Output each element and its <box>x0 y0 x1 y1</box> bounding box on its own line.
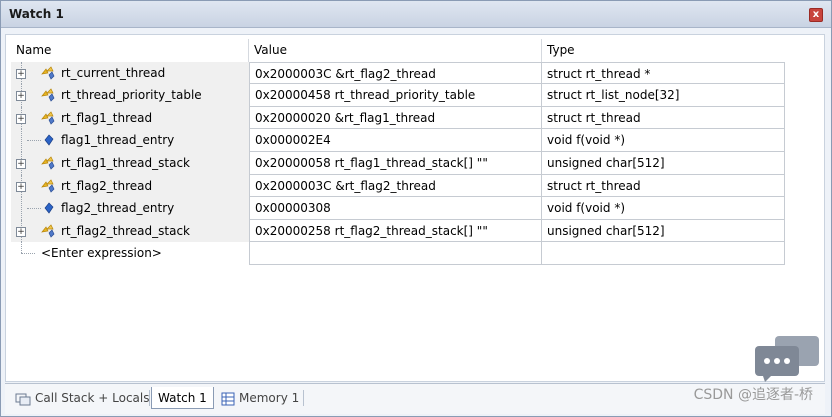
expand-icon[interactable]: + <box>16 91 26 102</box>
tree-line <box>21 197 22 220</box>
call-stack-icon <box>15 393 31 405</box>
tab-separator <box>149 390 150 406</box>
variable-name: rt_flag2_thread_stack <box>61 223 190 238</box>
tree-line <box>21 129 22 152</box>
type-cell: void f(void *) <box>542 129 785 152</box>
tab-watch-1[interactable]: Watch 1 <box>151 387 214 409</box>
name-cell[interactable]: + rt_flag1_thread <box>11 106 249 130</box>
type-cell: unsigned char[512] <box>542 151 785 175</box>
enter-expression-type-cell <box>542 242 785 265</box>
column-header-name[interactable]: Name <box>11 39 249 62</box>
type-cell: struct rt_thread <box>542 174 785 198</box>
struct-icon <box>41 88 55 102</box>
type-cell: unsigned char[512] <box>542 219 785 243</box>
enter-expression-cell[interactable]: <Enter expression> <box>11 242 249 265</box>
value-cell[interactable]: 0x20000458 rt_thread_priority_table <box>249 84 542 107</box>
tab-label: Watch 1 <box>158 391 207 405</box>
value-cell[interactable]: 0x20000020 &rt_flag1_thread <box>249 106 542 130</box>
table-row[interactable]: + rt_flag1_thread 0x20000020 &rt_flag1_thr… <box>11 106 789 130</box>
tree-line <box>27 208 41 210</box>
name-cell[interactable]: flag1_thread_entry <box>11 129 249 152</box>
tab-separator <box>303 390 304 406</box>
tab-label: Call Stack + Locals <box>35 391 150 405</box>
chat-bubble-icon <box>755 336 819 382</box>
variable-name: flag2_thread_entry <box>61 201 175 216</box>
variable-name: rt_thread_priority_table <box>61 88 202 103</box>
table-header: Name Value Type <box>11 39 789 62</box>
expand-icon[interactable]: + <box>16 226 26 237</box>
name-cell[interactable]: + rt_current_thread <box>11 61 249 85</box>
variable-name: rt_flag1_thread_stack <box>61 155 190 170</box>
table-row[interactable]: flag2_thread_entry 0x00000308 void f(void … <box>11 197 789 220</box>
window-title: Watch 1 <box>9 7 64 21</box>
type-cell: void f(void *) <box>542 197 785 220</box>
struct-icon <box>41 178 55 193</box>
table-row[interactable]: + rt_flag1_thread_stack 0x20000058 rt_flag… <box>11 151 789 175</box>
table-row[interactable]: + rt_flag2_thread_stack 0x20000258 rt_flag… <box>11 219 789 243</box>
variable-name: rt_current_thread <box>61 65 166 80</box>
expand-icon[interactable]: + <box>16 181 26 192</box>
value-cell[interactable]: 0x000002E4 <box>249 129 542 152</box>
memory-icon <box>221 392 235 405</box>
column-header-value[interactable]: Value <box>249 39 542 62</box>
enter-expression-row[interactable]: <Enter expression> <box>11 242 789 265</box>
expand-icon[interactable]: + <box>16 158 26 169</box>
struct-icon <box>41 224 55 238</box>
function-icon <box>44 134 54 146</box>
name-cell[interactable]: + rt_thread_priority_table <box>11 84 249 107</box>
tab-bar: Call Stack + Locals Watch 1 Memory 1 CSD… <box>5 383 825 414</box>
name-cell[interactable]: + rt_flag1_thread_stack <box>11 151 249 175</box>
type-cell: struct rt_thread <box>542 106 785 130</box>
variable-name: rt_flag2_thread <box>61 178 153 193</box>
type-cell: struct rt_thread * <box>542 61 785 85</box>
watch-table: Name Value Type + rt_current_thread 0x2000… <box>11 39 789 265</box>
tree-line <box>27 140 41 142</box>
table-row[interactable]: flag1_thread_entry 0x000002E4 void f(void … <box>11 129 789 152</box>
struct-icon <box>41 66 55 80</box>
value-cell[interactable]: 0x20000058 rt_flag1_thread_stack[] "" <box>249 151 542 175</box>
table-row[interactable]: + rt_thread_priority_table 0x20000458 rt_t… <box>11 84 789 107</box>
tab-call-stack-locals[interactable]: Call Stack + Locals <box>9 387 155 409</box>
value-cell[interactable]: 0x2000003C &rt_flag2_thread <box>249 61 542 85</box>
enter-expression-label[interactable]: <Enter expression> <box>41 246 162 260</box>
title-bar[interactable]: Watch 1 x <box>1 1 831 28</box>
enter-expression-value-cell <box>249 242 542 265</box>
function-icon <box>44 202 54 214</box>
struct-icon <box>41 156 55 170</box>
tab-memory-1[interactable]: Memory 1 <box>215 387 305 409</box>
value-cell[interactable]: 0x20000258 rt_flag2_thread_stack[] "" <box>249 219 542 243</box>
watch-window: Watch 1 x Name Value Type + rt_current_th… <box>0 0 832 417</box>
value-cell[interactable]: 0x2000003C &rt_flag2_thread <box>249 174 542 198</box>
table-row[interactable]: + rt_current_thread 0x2000003C &rt_flag2_t… <box>11 61 789 85</box>
column-header-type[interactable]: Type <box>542 39 785 62</box>
name-cell[interactable]: flag2_thread_entry <box>11 197 249 220</box>
expand-icon[interactable]: + <box>16 68 26 79</box>
expand-icon[interactable]: + <box>16 113 26 124</box>
name-cell[interactable]: + rt_flag2_thread_stack <box>11 219 249 243</box>
struct-icon <box>41 111 55 125</box>
tab-label: Memory 1 <box>239 391 300 405</box>
watermark: CSDN @追逐者-桥 <box>693 387 813 403</box>
close-button[interactable]: x <box>809 8 823 22</box>
value-cell[interactable]: 0x00000308 <box>249 197 542 220</box>
variable-name: flag1_thread_entry <box>61 133 175 148</box>
table-row[interactable]: + rt_flag2_thread 0x2000003C &rt_flag2_thr… <box>11 174 789 198</box>
type-cell: struct rt_list_node[32] <box>542 84 785 107</box>
variable-name: rt_flag1_thread <box>61 110 153 125</box>
watch-panel: Name Value Type + rt_current_thread 0x2000… <box>5 34 825 382</box>
name-cell[interactable]: + rt_flag2_thread <box>11 174 249 198</box>
